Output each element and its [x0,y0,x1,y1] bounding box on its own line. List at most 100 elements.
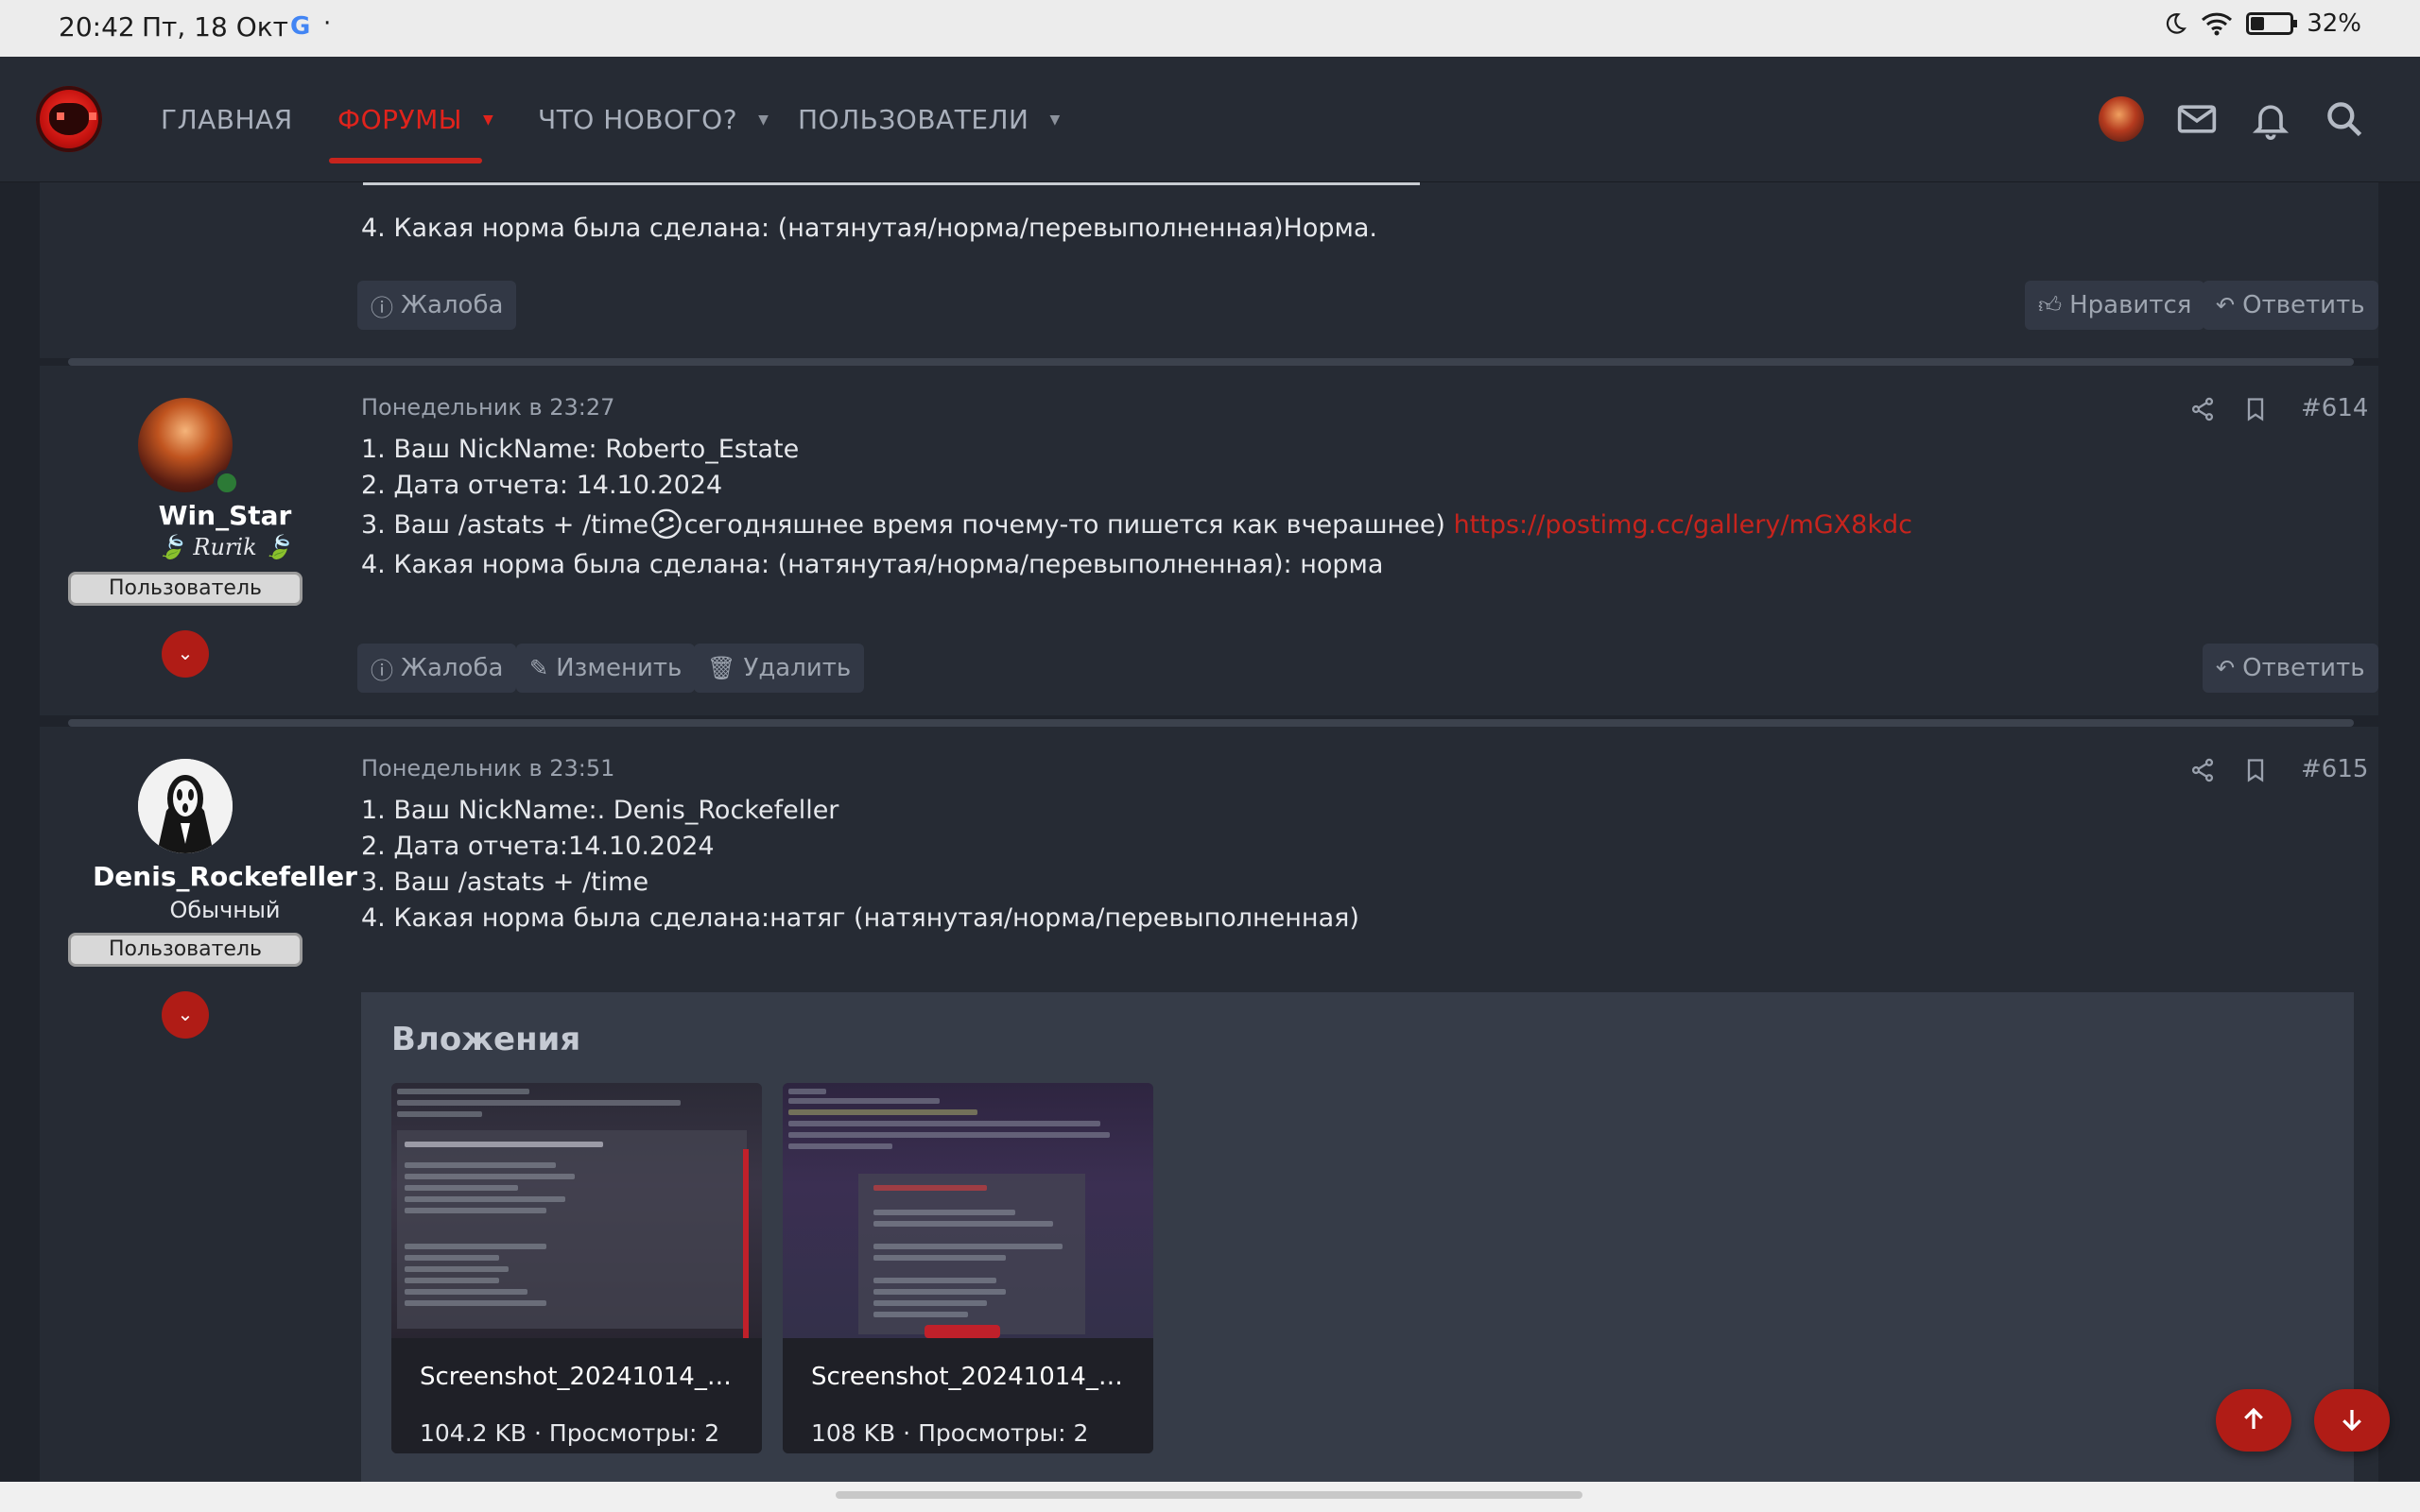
attachments-block: Вложения Screenshot_20241014_2 104.2 KB … [361,992,2354,1482]
pencil-icon: ✎ [529,655,549,681]
thumbs-up-icon: 👍︎ [2038,291,2063,318]
attachment-meta: 104.2 KB · Просмотры: 2 [420,1419,720,1447]
sad-emoji-icon: 😕 [648,506,684,545]
divider [363,182,1420,185]
attachment-thumbnail[interactable]: Screenshot_20241014_234... 108 KB · Прос… [783,1083,1153,1453]
battery-icon [2246,12,2298,35]
attachment-meta: 108 KB · Просмотры: 2 [811,1419,1089,1447]
post-line-segment: 3. Ваш /astats + /time [361,510,649,540]
user-title: Обычный [169,897,281,923]
attachment-size: 108 KB [811,1419,896,1447]
bookmark-icon[interactable] [2242,757,2269,783]
share-icon[interactable] [2189,757,2216,783]
delete-button[interactable]: 🗑︎ Удалить [694,644,865,693]
system-status-bar: 20:42 Пт, 18 Окт G · 32% [0,0,2420,57]
trash-icon: 🗑︎ [707,655,736,681]
site-header: ГЛАВНАЯ ФОРУМЫ ▼ ЧТО НОВОГО? ▼ ПОЛЬЗОВАТ… [0,57,2420,182]
home-gesture-handle[interactable] [836,1491,1582,1499]
edit-button[interactable]: ✎ Изменить [516,644,696,693]
like-button[interactable]: 👍︎ Нравится [2025,281,2205,330]
status-time: 20:42 [59,11,135,43]
attachment-filename: Screenshot_20241014_234... [811,1363,1125,1391]
post-date[interactable]: Понедельник в 23:51 [361,755,614,782]
attachment-size: 104.2 KB [420,1419,527,1447]
post-body: 1. Ваш NickName:. Denis_Rockefeller 2. Д… [361,793,1359,936]
attachment-caption: Screenshot_20241014_234... 108 KB · Прос… [783,1338,1153,1453]
post-card-previous: 4. Какая норма была сделана: (натянутая/… [40,182,2378,358]
post-line: 4. Какая норма была сделана: (натянутая/… [361,214,1377,243]
post-card: Win_Star 🍃 Rurik 🍃 Пользователь ⌄ Понеде… [40,366,2378,715]
battery-percent: 32% [2307,9,2361,38]
mail-icon[interactable] [2176,98,2218,140]
user-banner: Пользователь [68,933,302,967]
nav-home[interactable]: ГЛАВНАЯ [161,104,293,135]
report-button[interactable]: ⓘ Жалоба [357,281,517,330]
report-button[interactable]: ⓘ Жалоба [357,644,517,693]
status-date: Пт, 18 Окт [142,11,288,43]
report-label: Жалоба [401,654,504,682]
attachment-views: Просмотры: 2 [918,1419,1089,1447]
like-label: Нравится [2069,291,2192,319]
nav-members-label: ПОЛЬЗОВАТЕЛИ [798,104,1029,135]
chevron-down-icon: ▼ [1049,112,1061,128]
reply-icon: ↶ [2216,292,2236,318]
post-line: 4. Какая норма была сделана:натяг (натян… [361,903,1359,933]
post-line-segment: сегодняшнее время почему-то пишется как … [683,510,1445,540]
attachment-image [391,1083,762,1338]
attachment-image [783,1083,1153,1338]
nav-home-label: ГЛАВНАЯ [161,104,293,135]
chevron-down-icon: ▼ [482,112,494,128]
bell-icon[interactable] [2250,98,2291,140]
expand-user-info-button[interactable]: ⌄ [162,630,209,678]
nav-active-indicator [329,158,482,163]
expand-user-info-button[interactable]: ⌄ [162,991,209,1039]
share-icon[interactable] [2189,396,2216,422]
reply-button[interactable]: ↶ Ответить [2203,281,2378,330]
post-link[interactable]: https://postimg.cc/gallery/mGX8kdc [1454,510,1912,540]
reply-button[interactable]: ↶ Ответить [2203,644,2378,693]
post-separator [68,719,2354,727]
post-line: 1. Ваш NickName: Roberto_Estate [361,435,800,464]
delete-label: Удалить [743,654,852,682]
report-label: Жалоба [401,291,504,319]
user-title-text: Rurik [193,534,257,560]
post-line: 2. Дата отчета:14.10.2024 [361,832,715,861]
nav-members[interactable]: ПОЛЬЗОВАТЕЛИ ▼ [798,104,1061,135]
post-line: 4. Какая норма была сделана: (натянутая/… [361,550,1384,579]
post-line: 2. Дата отчета: 14.10.2024 [361,471,723,500]
scroll-to-bottom-button[interactable] [2314,1389,2390,1452]
nav-forums[interactable]: ФОРУМЫ ▼ [337,104,493,135]
username[interactable]: Win_Star [74,500,376,531]
post-separator [68,358,2354,366]
site-logo[interactable] [36,86,102,152]
post-body: 4. Какая норма была сделана: (натянутая/… [361,211,1377,247]
notification-dot: · [323,9,332,38]
bookmark-icon[interactable] [2242,396,2269,422]
wifi-icon [2202,12,2233,36]
username[interactable]: Denis_Rockefeller [74,861,376,892]
attachment-views: Просмотры: 2 [548,1419,720,1447]
post-number[interactable]: #614 [2301,394,2368,422]
edit-label: Изменить [556,654,683,682]
post-body: 1. Ваш NickName: Roberto_Estate 2. Дата … [361,432,1912,583]
reply-label: Ответить [2242,291,2365,319]
account-avatar[interactable] [2099,96,2144,142]
nav-whats-new[interactable]: ЧТО НОВОГО? ▼ [538,104,769,135]
attachments-title: Вложения [391,1021,581,1058]
thread-content: 4. Какая норма была сделана: (натянутая/… [0,182,2420,1482]
attachment-thumbnail[interactable]: Screenshot_20241014_234... 104.2 KB · Пр… [391,1083,762,1453]
post-number[interactable]: #615 [2301,755,2368,783]
attachment-filename: Screenshot_20241014_234... [420,1363,734,1391]
scroll-to-top-button[interactable] [2216,1389,2291,1452]
status-right-cluster: 32% [2163,9,2361,38]
post-line: 3. Ваш /astats + /time😕сегодняшнее время… [361,504,1912,547]
post-line: 3. Ваш /astats + /time [361,868,649,897]
arrow-down-icon [2342,1409,2361,1431]
search-icon[interactable] [2324,98,2365,140]
alert-circle-icon: ⓘ [371,657,393,684]
avatar[interactable] [138,759,233,853]
ghostface-avatar-image [138,759,233,853]
user-title: 🍃 Rurik 🍃 [157,534,293,560]
user-banner: Пользователь [68,572,302,606]
post-date[interactable]: Понедельник в 23:27 [361,394,614,421]
